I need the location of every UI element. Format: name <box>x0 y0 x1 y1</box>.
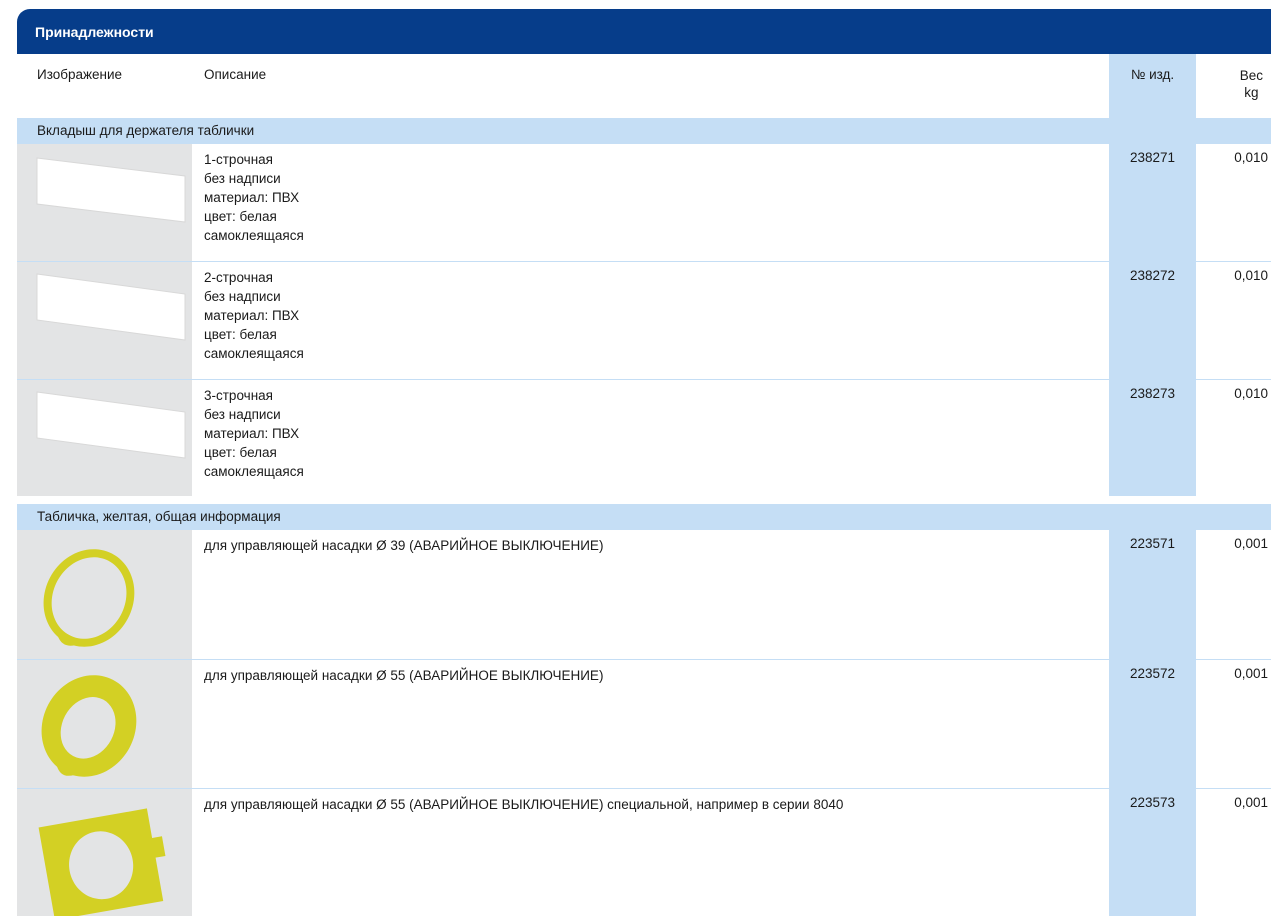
product-image-cell <box>17 380 192 496</box>
column-header-description: Описание <box>204 67 267 82</box>
description-line: материал: ПВХ <box>204 426 300 441</box>
column-header-weight: Вес kg <box>1240 67 1263 101</box>
product-image-cell <box>17 660 192 788</box>
description-cell: для управляющей насадки Ø 39 (АВАРИЙНОЕ … <box>204 536 603 555</box>
table-title: Принадлежности <box>35 24 154 40</box>
description-line: без надписи <box>204 171 281 186</box>
description-line: без надписи <box>204 407 281 422</box>
part-number: 223571 <box>1129 536 1176 551</box>
yellow-ring-wide-image <box>41 675 137 777</box>
description-line: 2-строчная <box>204 270 273 285</box>
description-line: материал: ПВХ <box>204 190 300 205</box>
part-number: 238271 <box>1129 150 1176 165</box>
product-image-cell <box>17 789 192 919</box>
description-line: без надписи <box>204 289 281 304</box>
description-line: 1-строчная <box>204 152 273 167</box>
yellow-ring-thin-image <box>43 549 135 647</box>
column-header-image: Изображение <box>37 67 123 82</box>
column-header-row: Изображение Описание № изд. Вес kg <box>0 54 1271 118</box>
table-row: для управляющей насадки Ø 39 (АВАРИЙНОЕ … <box>0 530 1271 659</box>
part-number: 238272 <box>1129 268 1176 283</box>
description-line: самоклеящаяся <box>204 464 304 479</box>
column-header-part-no: № изд. <box>1130 67 1175 82</box>
product-image-cell <box>17 530 192 659</box>
column-header-weight-name: Вес <box>1239 68 1263 83</box>
weight-value: 0,010 <box>1234 386 1268 401</box>
description-cell: 2-строчная без надписи материал: ПВХ цве… <box>204 268 304 363</box>
section-title: Табличка, желтая, общая информация <box>37 509 281 524</box>
table-row: для управляющей насадки Ø 55 (АВАРИЙНОЕ … <box>0 789 1271 919</box>
white-label-insert-image <box>36 273 186 341</box>
weight-value: 0,001 <box>1234 795 1268 810</box>
weight-value: 0,010 <box>1234 268 1268 283</box>
description-cell: 3-строчная без надписи материал: ПВХ цве… <box>204 386 304 481</box>
weight-value: 0,001 <box>1234 666 1268 681</box>
section-title: Вкладыш для держателя таблички <box>37 123 255 138</box>
table-row: 2-строчная без надписи материал: ПВХ цве… <box>0 262 1271 379</box>
description-cell: 1-строчная без надписи материал: ПВХ цве… <box>204 150 304 245</box>
description-line: для управляющей насадки Ø 55 (АВАРИЙНОЕ … <box>204 668 604 683</box>
section-header-label-inserts: Вкладыш для держателя таблички <box>17 118 1271 144</box>
table-row: 3-строчная без надписи материал: ПВХ цве… <box>0 380 1271 496</box>
white-label-insert-image <box>36 391 186 459</box>
description-line: цвет: белая <box>204 445 277 460</box>
product-image-cell <box>17 144 192 261</box>
table-title-bar: Принадлежности <box>17 9 1271 54</box>
white-label-insert-image <box>36 157 186 223</box>
description-line: цвет: белая <box>204 209 277 224</box>
section-header-yellow-plates: Табличка, желтая, общая информация <box>17 504 1271 530</box>
description-line: цвет: белая <box>204 327 277 342</box>
part-number: 223572 <box>1129 666 1176 681</box>
description-cell: для управляющей насадки Ø 55 (АВАРИЙНОЕ … <box>204 666 603 685</box>
part-number: 238273 <box>1129 386 1176 401</box>
table-row: 1-строчная без надписи материал: ПВХ цве… <box>0 144 1271 261</box>
table-row: для управляющей насадки Ø 55 (АВАРИЙНОЕ … <box>0 660 1271 788</box>
description-line: материал: ПВХ <box>204 308 300 323</box>
description-line: самоклеящаяся <box>204 228 304 243</box>
description-line: 3-строчная <box>204 388 273 403</box>
product-image-cell <box>17 262 192 379</box>
weight-value: 0,001 <box>1234 536 1268 551</box>
description-line: для управляющей насадки Ø 39 (АВАРИЙНОЕ … <box>204 538 604 553</box>
description-line: самоклеящаяся <box>204 346 304 361</box>
weight-value: 0,010 <box>1234 150 1268 165</box>
column-header-weight-unit: kg <box>1244 85 1259 100</box>
description-line: для управляющей насадки Ø 55 (АВАРИЙНОЕ … <box>204 797 844 812</box>
description-cell: для управляющей насадки Ø 55 (АВАРИЙНОЕ … <box>204 795 843 814</box>
part-number: 223573 <box>1129 795 1176 810</box>
yellow-rect-plate-image <box>38 808 166 919</box>
